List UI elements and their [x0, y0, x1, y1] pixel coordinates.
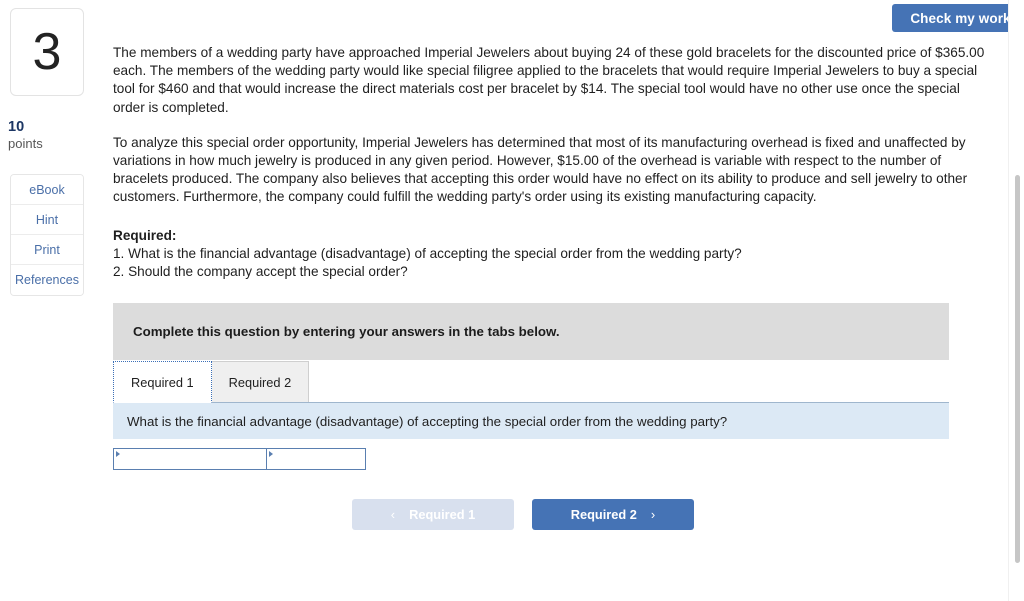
next-required-button[interactable]: Required 2 ›: [532, 499, 694, 530]
problem-paragraph-2: To analyze this special order opportunit…: [113, 134, 968, 205]
tab-navigation: ‹ Required 1 Required 2 ›: [352, 499, 694, 530]
hint-button[interactable]: Hint: [11, 205, 83, 236]
instruction-bar: Complete this question by entering your …: [113, 303, 949, 361]
answer-cell-label[interactable]: [113, 448, 267, 471]
check-my-work-button[interactable]: Check my work: [892, 4, 1024, 32]
question-sidebar: 3 10 points eBook Hint Print References: [0, 0, 100, 297]
page-scrollbar-thumb[interactable]: [1015, 175, 1020, 563]
required-list: Required: 1. What is the financial advan…: [113, 227, 995, 282]
instruction-text: Complete this question by entering your …: [133, 324, 560, 340]
answer-panel: Complete this question by entering your …: [113, 303, 949, 471]
required-heading: Required:: [113, 227, 177, 243]
answer-input-row: [113, 448, 949, 471]
print-button[interactable]: Print: [11, 235, 83, 266]
required-item-2: 2. Should the company accept the special…: [113, 264, 408, 280]
resource-button-group: eBook Hint Print References: [10, 174, 84, 297]
tab-required-2[interactable]: Required 2: [210, 361, 310, 403]
question-number-badge: 3: [10, 8, 84, 96]
previous-required-button[interactable]: ‹ Required 1: [352, 499, 514, 530]
page-scrollbar-track[interactable]: [1008, 0, 1024, 601]
tab-required-1[interactable]: Required 1: [113, 361, 212, 404]
answer-cell-value[interactable]: [265, 448, 366, 471]
references-button[interactable]: References: [11, 265, 83, 296]
answer-input-1[interactable]: [114, 449, 266, 470]
points-value: 10: [8, 119, 25, 135]
points-block: 10 points: [8, 118, 100, 152]
chevron-left-icon: ‹: [390, 507, 396, 522]
next-required-label: Required 2: [570, 507, 637, 522]
chevron-right-icon: ›: [650, 507, 656, 522]
question-number: 3: [32, 23, 62, 81]
ebook-button[interactable]: eBook: [11, 175, 83, 206]
cell-marker-icon: [116, 451, 120, 458]
cell-marker-icon: [268, 451, 273, 458]
problem-paragraph-1: The members of a wedding party have appr…: [113, 45, 985, 115]
points-label: points: [8, 136, 43, 152]
question-content: The members of a wedding party have appr…: [113, 44, 995, 471]
question-prompt: What is the financial advantage (disadva…: [113, 403, 949, 440]
previous-required-label: Required 1: [409, 507, 476, 522]
tab-strip: Required 1 Required 2: [113, 360, 949, 404]
answer-input-2[interactable]: [266, 449, 365, 470]
required-item-1: 1. What is the financial advantage (disa…: [113, 245, 742, 261]
